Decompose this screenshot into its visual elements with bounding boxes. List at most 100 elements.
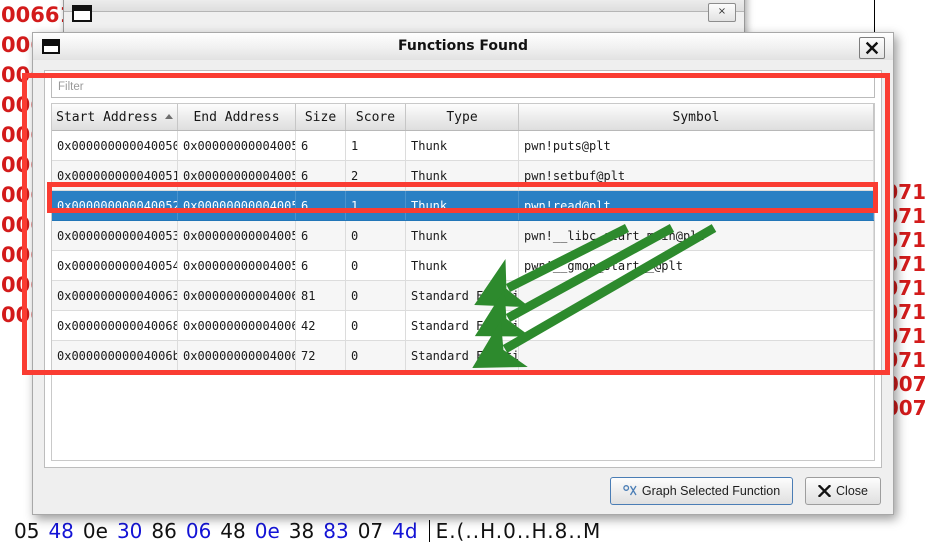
window-icon: [72, 5, 92, 22]
functions-table-container[interactable]: Start Address End Address Size Score Typ…: [51, 103, 875, 461]
table-row[interactable]: 0x00000000004005200x000000000040052561Th…: [52, 190, 874, 221]
hex-ascii: E.(..H.0..H.8..M: [435, 519, 602, 543]
dialog-footer: Graph Selected Function Close: [602, 477, 881, 505]
sort-ascending-icon: [164, 113, 173, 119]
hex-byte: 48: [48, 519, 74, 543]
hex-byte: 07: [357, 519, 384, 543]
table-row[interactable]: 0x000000000040063d0x000000000040068d810S…: [52, 280, 874, 311]
cell-size: 6: [295, 160, 346, 191]
column-header-symbol[interactable]: Symbol: [518, 104, 874, 131]
cell-start-address: 0x000000000040068e: [52, 310, 178, 341]
cell-score: 0: [345, 220, 406, 251]
cell-size: 72: [295, 340, 346, 371]
cell-score: 1: [345, 130, 406, 161]
cell-start-address: 0x0000000000400530: [52, 220, 178, 251]
cell-size: 6: [295, 190, 346, 221]
cell-type: Standard Function: [405, 310, 519, 341]
hex-byte: 0e: [254, 519, 280, 543]
parent-dialog-titlebar: ×: [64, 0, 744, 22]
cell-type: Thunk: [405, 220, 519, 251]
column-header-label: Type: [446, 109, 478, 125]
dialog-body: Filter Start Address End Address Size Sc…: [33, 60, 893, 514]
table-row[interactable]: 0x00000000004006b80x00000000004006ff720S…: [52, 340, 874, 371]
cell-type: Thunk: [405, 250, 519, 281]
cell-type: Standard Function: [405, 340, 519, 371]
hex-byte: 83: [323, 519, 349, 543]
column-header-score[interactable]: Score: [345, 104, 406, 131]
hex-byte: 05: [14, 519, 40, 543]
cell-size: 6: [295, 130, 346, 161]
column-header-size[interactable]: Size: [295, 104, 346, 131]
cell-symbol: [518, 340, 874, 371]
table-row[interactable]: 0x00000000004005100x000000000040051562Th…: [52, 160, 874, 191]
filter-input[interactable]: Filter: [51, 77, 875, 98]
close-icon[interactable]: [859, 37, 885, 59]
cell-type: Thunk: [405, 190, 519, 221]
hex-byte: 48: [220, 519, 246, 543]
cell-type: Thunk: [405, 130, 519, 161]
dialog-title: Functions Found: [398, 38, 528, 54]
column-header-label: End Address: [193, 109, 280, 125]
cell-score: 0: [345, 310, 406, 341]
cell-start-address: 0x00000000004006b8: [52, 340, 178, 371]
cell-symbol: pwn!read@plt: [518, 190, 874, 221]
cell-symbol: pwn!puts@plt: [518, 130, 874, 161]
cell-size: 6: [295, 250, 346, 281]
dialog-titlebar[interactable]: Functions Found: [33, 33, 893, 61]
column-header-start-address[interactable]: Start Address: [52, 104, 178, 131]
cell-start-address: 0x0000000000400500: [52, 130, 178, 161]
x-icon: [817, 480, 832, 506]
hex-divider: [428, 520, 430, 542]
hex-byte: 30: [116, 519, 143, 543]
close-icon[interactable]: ×: [708, 3, 736, 22]
cell-end-address: 0x0000000000400535: [177, 220, 296, 251]
cell-start-address: 0x0000000000400540: [52, 250, 178, 281]
close-button-label: Close: [836, 484, 868, 498]
table-row[interactable]: 0x000000000040068e0x00000000004006b7420S…: [52, 310, 874, 341]
cell-symbol: pwn!__libc_start_main@plt: [518, 220, 874, 251]
cell-end-address: 0x0000000000400505: [177, 130, 296, 161]
column-header-label: Symbol: [672, 109, 720, 125]
cell-score: 0: [345, 250, 406, 281]
cell-score: 2: [345, 160, 406, 191]
table-header-row: Start Address End Address Size Score Typ…: [52, 104, 874, 131]
close-button[interactable]: Close: [805, 477, 881, 505]
dialog-content-area: Filter Start Address End Address Size Sc…: [44, 70, 882, 468]
cell-start-address: 0x0000000000400510: [52, 160, 178, 191]
cell-size: 6: [295, 220, 346, 251]
table-row[interactable]: 0x00000000004005000x000000000040050561Th…: [52, 130, 874, 161]
cell-size: 81: [295, 280, 346, 311]
column-header-end-address[interactable]: End Address: [177, 104, 296, 131]
column-header-type[interactable]: Type: [405, 104, 519, 131]
functions-found-dialog: Functions Found Filter Start Address End…: [32, 32, 894, 515]
cell-end-address: 0x00000000004006b7: [177, 310, 296, 341]
table-row[interactable]: 0x00000000004005400x000000000040054560Th…: [52, 250, 874, 281]
cell-score: 1: [345, 190, 406, 221]
cell-start-address: 0x0000000000400520: [52, 190, 178, 221]
cell-end-address: 0x0000000000400545: [177, 250, 296, 281]
cell-size: 42: [295, 310, 346, 341]
hex-byte: 38: [288, 519, 315, 543]
cell-start-address: 0x000000000040063d: [52, 280, 178, 311]
column-header-label: Score: [355, 109, 396, 125]
functions-table: Start Address End Address Size Score Typ…: [52, 104, 874, 371]
table-header: Start Address End Address Size Score Typ…: [52, 104, 874, 131]
hex-byte: 86: [151, 519, 177, 543]
cell-type: Standard Function: [405, 280, 519, 311]
cell-score: 0: [345, 280, 406, 311]
hex-offset: 00661: [1, 3, 70, 27]
hex-row: 05 48 0e 30 86 06 48 0e 38 83 07 4d E.(..H.0..H.8..M: [14, 517, 601, 545]
cell-end-address: 0x00000000004006ff: [177, 340, 296, 371]
graph-selected-function-button[interactable]: Graph Selected Function: [609, 477, 794, 505]
cell-score: 0: [345, 340, 406, 371]
cell-symbol: pwn!__gmon_start__@plt: [518, 250, 874, 281]
cell-symbol: pwn!setbuf@plt: [518, 160, 874, 191]
cell-symbol: [518, 280, 874, 311]
cell-end-address: 0x000000000040068d: [177, 280, 296, 311]
table-row[interactable]: 0x00000000004005300x000000000040053560Th…: [52, 220, 874, 251]
hex-byte: 0e: [82, 519, 108, 543]
cell-end-address: 0x0000000000400525: [177, 190, 296, 221]
graph-button-label: Graph Selected Function: [641, 484, 781, 498]
cell-type: Thunk: [405, 160, 519, 191]
hex-byte: 06: [185, 519, 212, 543]
